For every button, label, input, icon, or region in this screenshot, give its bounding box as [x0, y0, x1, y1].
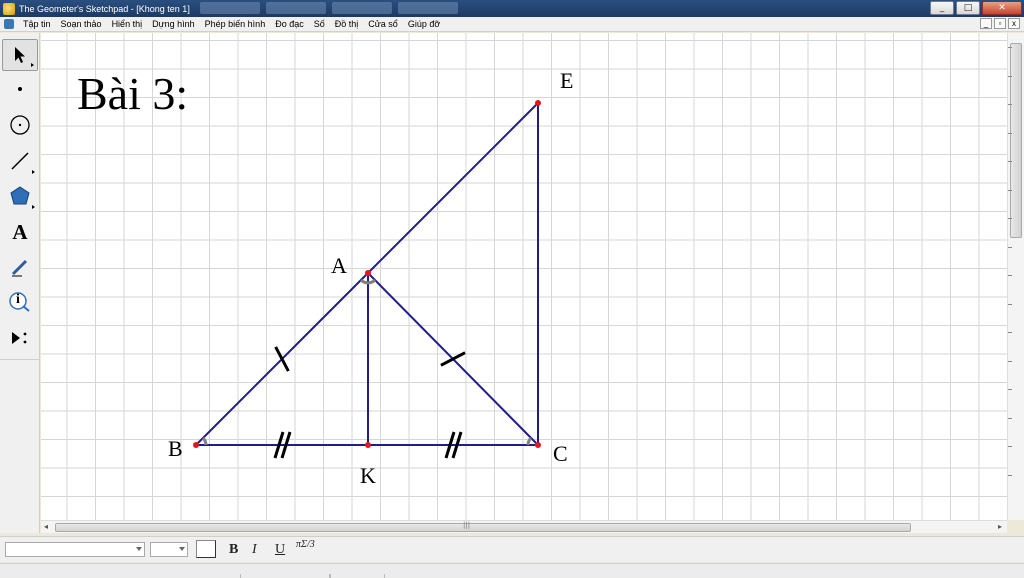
- menu-display[interactable]: Hiển thị: [107, 19, 148, 29]
- status-bar: [0, 563, 1024, 578]
- ruler-tick: [1008, 246, 1012, 248]
- ruler-tick: [1008, 303, 1012, 305]
- ruler-tick: [1008, 360, 1012, 362]
- close-button[interactable]: ✕: [982, 1, 1022, 15]
- text-color-button[interactable]: [196, 540, 216, 558]
- angle-mark-c[interactable]: [526, 436, 533, 446]
- text-a-icon: A: [12, 219, 28, 244]
- ruler-tick: [1008, 275, 1012, 276]
- information-tool[interactable]: i: [2, 286, 38, 318]
- straightedge-tool[interactable]: [2, 145, 38, 177]
- point-k[interactable]: [365, 442, 371, 448]
- info-icon: [9, 292, 30, 312]
- circle-icon: [10, 115, 30, 135]
- doc-minimize-button[interactable]: _: [980, 18, 992, 29]
- chevron-down-icon: [136, 547, 142, 551]
- sketch-canvas[interactable]: Bài 3: A B C E K: [41, 33, 1007, 520]
- info-glyph: i: [16, 292, 20, 307]
- label-point-b: B: [168, 436, 183, 461]
- ruler-tick: [1008, 218, 1012, 219]
- compass-tool[interactable]: [2, 109, 38, 141]
- point-icon: [18, 87, 22, 91]
- ruler-tick: [1008, 47, 1012, 48]
- horizontal-scroll-thumb[interactable]: [55, 523, 911, 532]
- tick-mark-ab-1[interactable]: [274, 346, 290, 372]
- font-size-select[interactable]: [150, 542, 188, 557]
- play-dots-icon: [12, 332, 27, 344]
- menu-number[interactable]: Số: [309, 19, 330, 29]
- label-point-k: K: [360, 463, 376, 488]
- background-taskbar-tabs: [200, 2, 458, 14]
- scroll-right-arrow-icon[interactable]: ▸: [998, 522, 1002, 531]
- maximize-button[interactable]: □: [956, 1, 980, 15]
- ruler-tick: [1008, 389, 1012, 390]
- line-icon: [11, 152, 29, 170]
- arrow-icon: [15, 47, 25, 63]
- geometry-figure: [193, 100, 541, 459]
- point-e[interactable]: [535, 100, 541, 106]
- chevron-down-icon: [179, 547, 185, 551]
- ruler-tick: [1008, 332, 1012, 333]
- menu-help[interactable]: Giúp đỡ: [403, 19, 445, 29]
- menu-graph[interactable]: Đồ thị: [330, 19, 364, 29]
- menu-file[interactable]: Tập tin: [18, 19, 56, 29]
- custom-tool[interactable]: [2, 322, 38, 354]
- ruler-tick: [1008, 104, 1012, 105]
- selection-arrow-tool[interactable]: [2, 39, 38, 71]
- font-family-select[interactable]: [5, 542, 145, 557]
- point-c[interactable]: [535, 442, 541, 448]
- menu-measure[interactable]: Đo đạc: [270, 19, 309, 29]
- title-bar: The Geometer's Sketchpad - [Khong ten 1]…: [0, 0, 1024, 17]
- ruler-tick: [1008, 189, 1012, 191]
- ruler-tick: [1008, 132, 1012, 134]
- ruler-tick: [1008, 417, 1012, 419]
- menu-edit[interactable]: Soạn thảo: [56, 19, 107, 29]
- document-icon[interactable]: [4, 19, 14, 29]
- ruler-tick: [1008, 446, 1012, 447]
- point-tool[interactable]: [2, 73, 38, 105]
- menu-construct[interactable]: Dựng hình: [147, 19, 200, 29]
- horizontal-scrollbar[interactable]: ◂ ||| ▸: [41, 520, 1007, 533]
- ruler-tick: [1008, 75, 1012, 77]
- menu-transform[interactable]: Phép biến hình: [200, 19, 271, 29]
- window-title: The Geometer's Sketchpad - [Khong ten 1]: [19, 3, 190, 14]
- label-point-c: C: [553, 441, 568, 466]
- doc-restore-button[interactable]: ▫: [994, 18, 1006, 29]
- scroll-grip-icon: |||: [463, 521, 471, 529]
- segment-ae[interactable]: [367, 102, 539, 274]
- vertical-scroll-thumb[interactable]: [1010, 43, 1022, 238]
- sketchpad-app-icon: [3, 2, 15, 15]
- vertical-scrollbar[interactable]: [1007, 33, 1024, 520]
- angle-mark-b[interactable]: [201, 436, 208, 446]
- label-point-e: E: [560, 68, 574, 93]
- menu-window[interactable]: Cửa sổ: [363, 19, 403, 29]
- tick-mark-ac-1[interactable]: [440, 351, 466, 367]
- point-b[interactable]: [193, 442, 199, 448]
- text-tool[interactable]: A: [2, 216, 38, 248]
- label-point-a: A: [331, 253, 347, 278]
- text-format-toolbar: B I U πΣ/3: [0, 536, 1024, 562]
- marker-tool[interactable]: [2, 251, 38, 283]
- italic-button[interactable]: I: [252, 542, 257, 558]
- pentagon-icon: [10, 186, 30, 205]
- toolbox: A i: [0, 33, 40, 533]
- sketchpad-window: The Geometer's Sketchpad - [Khong ten 1]…: [0, 0, 1024, 578]
- toolbox-divider: [0, 359, 40, 360]
- ruler-tick: [1008, 161, 1012, 162]
- symbol-palette-button[interactable]: πΣ/3: [296, 539, 315, 550]
- pen-icon: [11, 259, 28, 277]
- point-a[interactable]: [365, 270, 371, 276]
- doc-close-button[interactable]: x: [1008, 18, 1020, 29]
- bold-button[interactable]: B: [229, 542, 238, 558]
- minimize-button[interactable]: _: [930, 1, 954, 15]
- scroll-left-arrow-icon[interactable]: ◂: [44, 522, 48, 531]
- polygon-tool[interactable]: [2, 180, 38, 212]
- underline-button[interactable]: U: [275, 542, 285, 558]
- menu-bar: Tập tin Soạn thảo Hiển thị Dựng hình Phé…: [0, 17, 1024, 32]
- ruler-tick: [1008, 474, 1012, 476]
